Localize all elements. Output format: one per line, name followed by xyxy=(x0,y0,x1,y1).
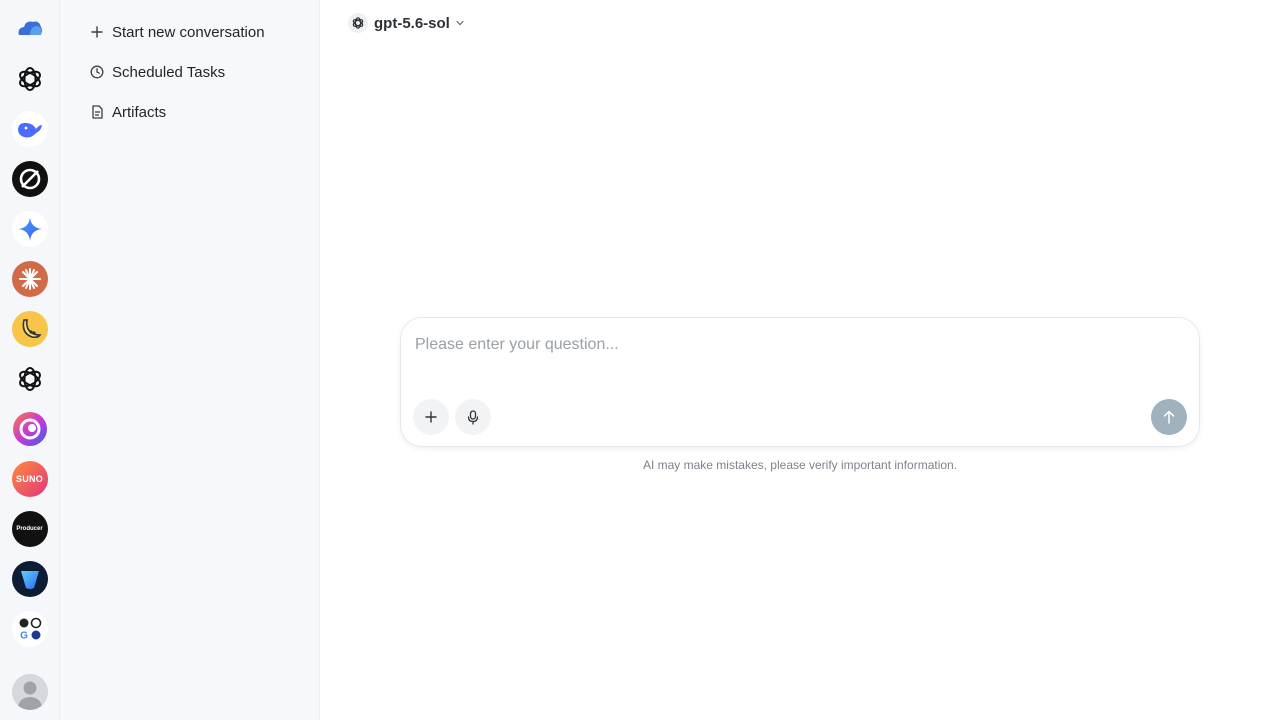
app-rail: SUNO Producer G xyxy=(0,0,60,720)
clock-icon xyxy=(90,65,104,79)
voice-input-button[interactable] xyxy=(455,399,491,435)
openai-logo-icon[interactable] xyxy=(12,61,48,97)
microphone-icon xyxy=(467,409,479,425)
producer-logo-label: Producer xyxy=(16,526,43,532)
multi-ai-logo-label: G xyxy=(20,631,28,642)
chat-main: gpt-5.6-sol Please enter your question..… xyxy=(320,0,1280,720)
nav-item-label: Start new conversation xyxy=(112,23,265,41)
suno-logo-label: SUNO xyxy=(15,474,44,484)
chevron-down-icon xyxy=(456,20,464,26)
swirl-logo-icon[interactable] xyxy=(12,411,48,447)
send-button[interactable] xyxy=(1151,399,1187,435)
model-selector[interactable]: gpt-5.6-sol xyxy=(348,12,464,34)
arrow-up-icon xyxy=(1163,410,1175,424)
model-name: gpt-5.6-sol xyxy=(374,14,450,32)
openai-logo-icon[interactable] xyxy=(12,361,48,397)
sidebar-item-artifacts[interactable]: Artifacts xyxy=(60,92,319,132)
producer-logo-icon[interactable]: Producer xyxy=(11,511,48,547)
whale-logo-icon[interactable] xyxy=(11,111,48,147)
shield-v-logo-icon[interactable] xyxy=(11,561,48,597)
plus-icon xyxy=(425,411,437,423)
openai-logo-icon xyxy=(348,13,368,33)
attach-button[interactable] xyxy=(413,399,449,435)
suno-logo-icon[interactable]: SUNO xyxy=(11,461,48,497)
sidebar-item-scheduled-tasks[interactable]: Scheduled Tasks xyxy=(60,52,319,92)
sparkle-star-logo-icon[interactable] xyxy=(11,211,48,247)
message-composer xyxy=(400,317,1200,447)
plus-icon xyxy=(90,25,104,39)
sidebar: Start new conversation Scheduled Tasks A… xyxy=(60,0,320,720)
ai-disclaimer: AI may make mistakes, please verify impo… xyxy=(642,458,958,472)
slash-circle-logo-icon[interactable] xyxy=(11,161,48,197)
user-avatar-icon[interactable] xyxy=(12,674,48,710)
banana-logo-icon[interactable] xyxy=(11,311,48,347)
cloud-logo-icon[interactable] xyxy=(12,11,48,47)
starburst-logo-icon[interactable] xyxy=(11,261,48,297)
nav-item-label: Scheduled Tasks xyxy=(112,63,226,81)
app-root: SUNO Producer G Start new conversation S… xyxy=(0,0,1280,720)
start-new-conversation-button[interactable]: Start new conversation xyxy=(60,12,319,52)
multi-ai-logo-icon[interactable]: G xyxy=(11,611,48,647)
nav-item-label: Artifacts xyxy=(112,103,167,121)
file-icon xyxy=(90,105,104,119)
question-input[interactable] xyxy=(415,336,1175,354)
